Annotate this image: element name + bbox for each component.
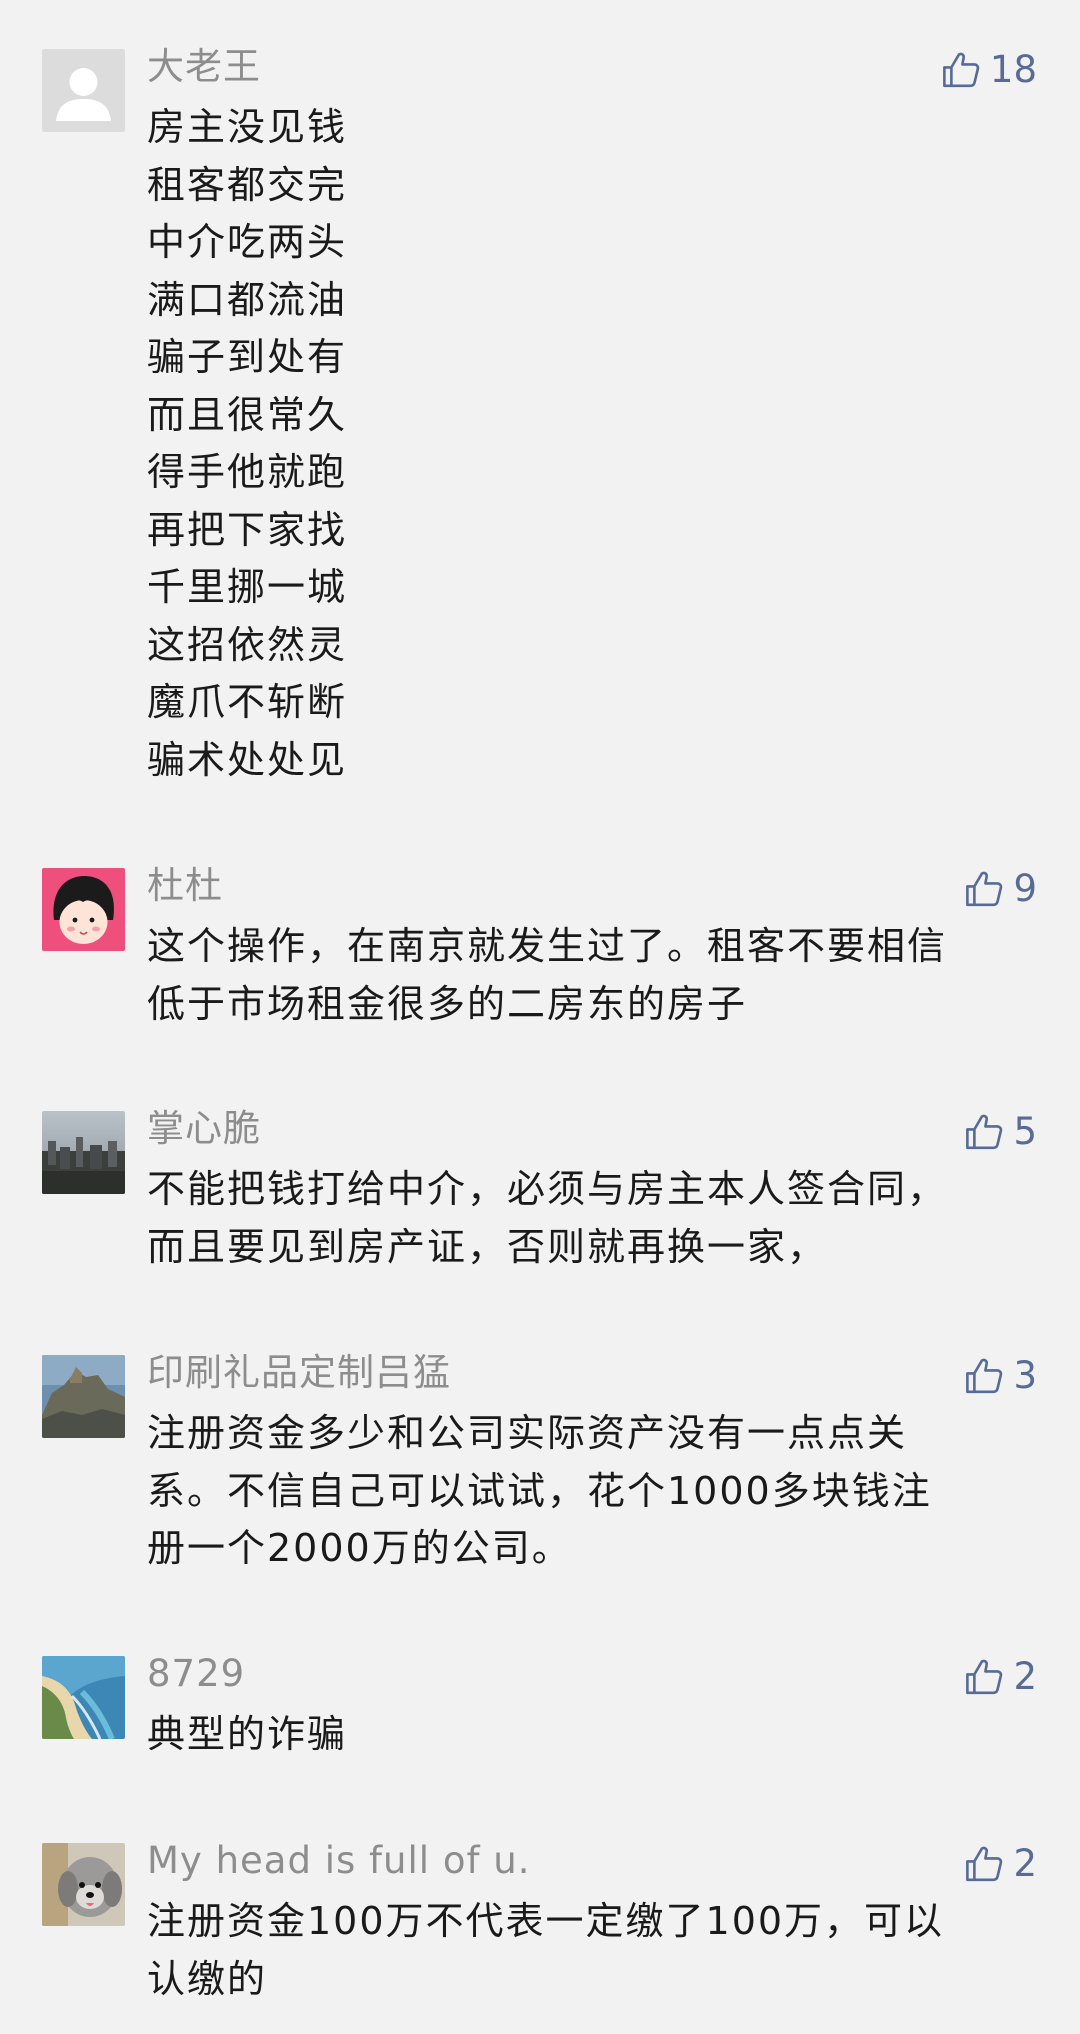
cartoon-girl-avatar-icon — [42, 868, 125, 951]
comment-line: 注册资金多少和公司实际资产没有一点点关 — [147, 1411, 908, 1455]
comment-content: 不能把钱打给中介，必须与房主本人签合同， 而且要见到房产证，否则就再换一家， — [147, 1161, 1037, 1276]
comment-line: 再把下家找 — [147, 507, 348, 552]
like-count: 2 — [1013, 1842, 1037, 1885]
like-count: 2 — [1013, 1655, 1037, 1698]
like-button[interactable]: 2 — [963, 1655, 1037, 1699]
like-button[interactable]: 9 — [963, 867, 1037, 911]
thumbs-up-icon — [966, 1114, 1003, 1150]
comment-username[interactable]: 8729 — [147, 1652, 245, 1696]
comment-content: 注册资金多少和公司实际资产没有一点点关 系。不信自己可以试试，花个1000多块钱… — [147, 1405, 1037, 1578]
like-button[interactable]: 3 — [963, 1354, 1037, 1398]
comment-line: 低于市场租金很多的二房东的房子 — [147, 981, 748, 1026]
thumbs-up-icon — [966, 1846, 1003, 1882]
comment-content: 这个操作，在南京就发生过了。租客不要相信 低于市场租金很多的二房东的房子 — [147, 918, 1037, 1033]
comment-content: 典型的诈骗 — [147, 1706, 1037, 1764]
avatar[interactable] — [42, 49, 125, 132]
comment-line: 注册资金100万不代表一定缴了100万，可以 — [147, 1899, 945, 1943]
comment-line: 房主没见钱 — [147, 105, 348, 149]
like-count: 9 — [1013, 867, 1037, 910]
like-button[interactable]: 18 — [940, 48, 1037, 92]
comment-line: 租客都交完 — [147, 162, 348, 207]
dog-photo-avatar-icon — [42, 1843, 125, 1926]
comment-line: 骗术处处见 — [147, 737, 348, 782]
avatar[interactable] — [42, 1656, 125, 1739]
like-button[interactable]: 5 — [963, 1110, 1037, 1154]
avatar[interactable] — [42, 868, 125, 951]
comment-username[interactable]: 大老王 — [147, 45, 261, 89]
comment-line: 千里挪一城 — [147, 565, 348, 609]
landscape-photo-avatar-icon — [42, 1355, 125, 1438]
comment-line: 这个操作，在南京就发生过了。租客不要相信 — [147, 924, 948, 968]
comment-username[interactable]: 杜杜 — [147, 864, 223, 908]
thumbs-up-icon — [942, 52, 980, 88]
thumbs-up-icon — [966, 871, 1003, 907]
comment-line: 而且很常久 — [147, 392, 348, 437]
like-count: 18 — [989, 48, 1037, 91]
comment-line: 不能把钱打给中介，必须与房主本人签合同， — [147, 1167, 948, 1211]
comment-line: 认缴的 — [147, 1956, 268, 2001]
comment-content: 房主没见钱 租客都交完 中介吃两头 满口都流油 骗子到处有 而且很常久 得手他就… — [147, 99, 1037, 789]
default-user-avatar-icon — [42, 49, 125, 132]
beach-photo-avatar-icon — [42, 1656, 125, 1739]
comment-line: 骗子到处有 — [147, 335, 348, 379]
avatar[interactable] — [42, 1111, 125, 1194]
comment-line: 满口都流油 — [147, 277, 348, 322]
comment-content: 注册资金100万不代表一定缴了100万，可以 认缴的 — [147, 1893, 1037, 2008]
comment-line: 典型的诈骗 — [147, 1712, 348, 1756]
comment-username[interactable]: 掌心脆 — [147, 1107, 261, 1151]
comment-username[interactable]: 印刷礼品定制吕猛 — [147, 1351, 451, 1395]
thumbs-up-icon — [966, 1659, 1003, 1695]
avatar[interactable] — [42, 1843, 125, 1926]
comment-line: 系。不信自己可以试试，花个1000多块钱注 — [147, 1468, 932, 1513]
comment-line: 这招依然灵 — [147, 622, 348, 667]
comment-username[interactable]: My head is full of u. — [147, 1839, 530, 1883]
comment-line: 册一个2000万的公司。 — [147, 1526, 572, 1570]
thumbs-up-icon — [966, 1358, 1003, 1394]
avatar[interactable] — [42, 1355, 125, 1438]
comment-line: 得手他就跑 — [147, 450, 348, 494]
comment-list: 大老王 18 房主没见钱 租客都交完 中介吃两头 满口都流油 骗子到处有 而且很… — [0, 0, 1080, 2034]
like-button[interactable]: 2 — [963, 1842, 1037, 1886]
like-count: 3 — [1013, 1354, 1037, 1397]
comment-line: 魔爪不斩断 — [147, 680, 348, 724]
comment-line: 而且要见到房产证，否则就再换一家， — [147, 1224, 828, 1269]
like-count: 5 — [1013, 1110, 1037, 1153]
comment-line: 中介吃两头 — [147, 220, 348, 264]
city-photo-avatar-icon — [42, 1111, 125, 1194]
